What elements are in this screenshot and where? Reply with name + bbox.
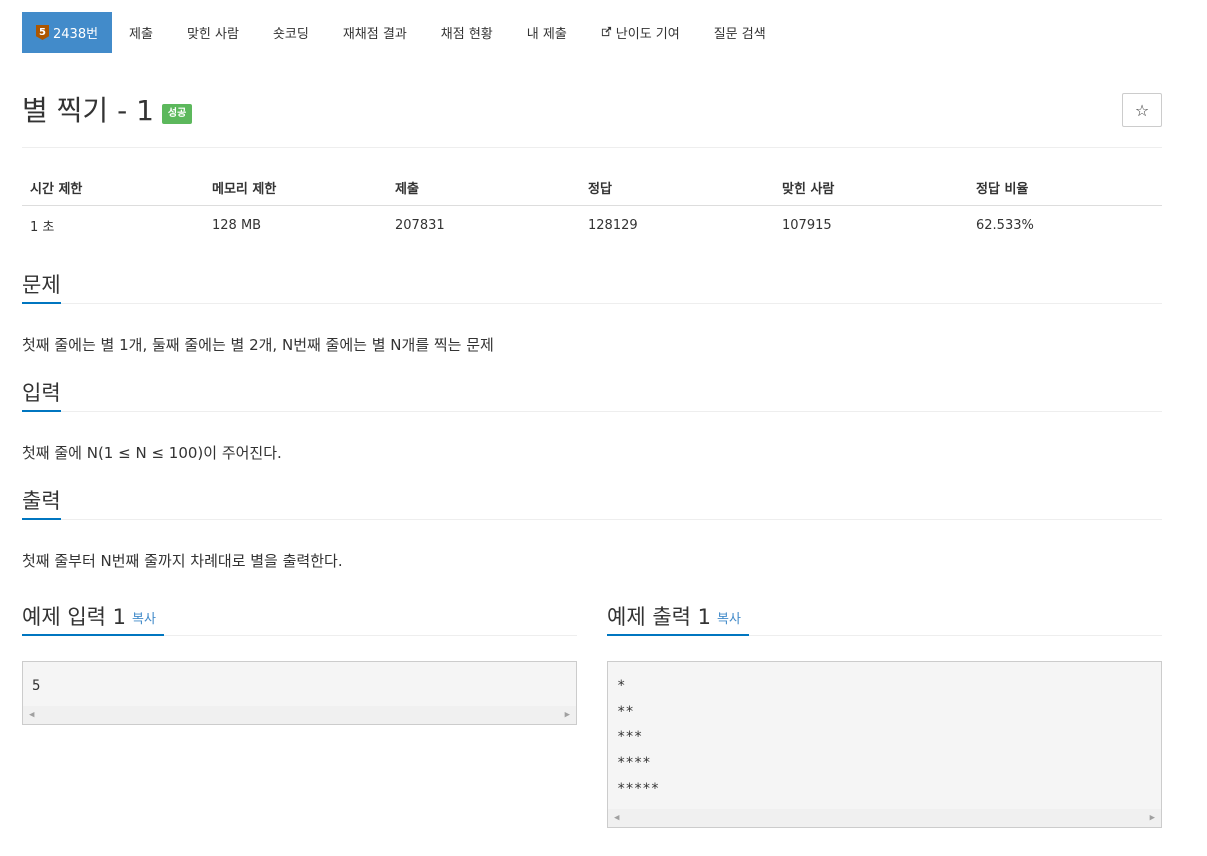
output-description: 첫째 줄부터 N번째 줄까지 차례대로 별을 출력한다. bbox=[22, 552, 343, 570]
scroll-right-icon[interactable]: ▶ bbox=[565, 710, 570, 720]
scroll-left-icon[interactable]: ◀ bbox=[614, 813, 619, 823]
problem-info-table: 시간 제한 메모리 제한 제출 정답 맞힌 사람 정답 비율 1 초 128 M… bbox=[22, 172, 1162, 245]
tab-short-coding-label: 숏코딩 bbox=[272, 27, 309, 42]
tab-problem[interactable]: 5 2438번 bbox=[22, 12, 113, 53]
table-row: 1 초 128 MB 207831 128129 107915 62.533% bbox=[22, 206, 1162, 246]
tab-difficulty-contribution[interactable]: 난이도 기여 bbox=[584, 12, 697, 53]
problem-description: 첫째 줄에는 별 1개, 둘째 줄에는 별 2개, N번째 줄에는 별 N개를 … bbox=[22, 336, 494, 354]
problem-nav: 5 2438번 제출 맞힌 사람 숏코딩 재채점 결과 채점 현황 내 제출 난… bbox=[22, 12, 1162, 53]
horizontal-scrollbar[interactable]: ◀ ▶ bbox=[608, 808, 1161, 827]
scroll-left-icon[interactable]: ◀ bbox=[29, 710, 34, 720]
star-icon: ☆ bbox=[1134, 100, 1150, 120]
tab-solved-users-label: 맞힌 사람 bbox=[186, 27, 239, 42]
problem-page: 5 2438번 제출 맞힌 사람 숏코딩 재채점 결과 채점 현황 내 제출 난… bbox=[22, 12, 1162, 828]
header-time-limit: 시간 제한 bbox=[22, 172, 204, 206]
tab-judge-status-label: 채점 현황 bbox=[440, 27, 493, 42]
sample-input-head: 예제 입력 1 복사 bbox=[22, 600, 577, 636]
tier-badge-icon: 5 bbox=[36, 25, 49, 40]
tab-rejudge-results[interactable]: 재채점 결과 bbox=[326, 12, 424, 53]
tab-question-search-label: 질문 검색 bbox=[713, 27, 766, 42]
sample-output-head: 예제 출력 1 복사 bbox=[607, 600, 1162, 636]
examples: 예제 입력 1 복사 5 ◀ ▶ 예제 출력 1 복사 * ** *** **** … bbox=[22, 600, 1162, 828]
sample-output-content: * ** *** **** ***** bbox=[617, 678, 660, 797]
horizontal-scrollbar[interactable]: ◀ ▶ bbox=[23, 705, 576, 724]
time-limit-value: 1 초 bbox=[30, 220, 55, 235]
tab-rejudge-results-label: 재채점 결과 bbox=[342, 27, 407, 42]
page-title: 별 찍기 - 1 성공 bbox=[22, 93, 193, 129]
submissions-value: 207831 bbox=[395, 218, 445, 233]
tab-judge-status[interactable]: 채점 현황 bbox=[424, 12, 510, 53]
memory-limit-value: 128 MB bbox=[212, 218, 262, 233]
accept-ratio-value: 62.533% bbox=[976, 218, 1034, 233]
tab-question-search[interactable]: 질문 검색 bbox=[697, 12, 783, 53]
favorite-button[interactable]: ☆ bbox=[1122, 93, 1162, 127]
table-header-row: 시간 제한 메모리 제한 제출 정답 맞힌 사람 정답 비율 bbox=[22, 172, 1162, 206]
scroll-right-icon[interactable]: ▶ bbox=[1150, 813, 1155, 823]
input-section-head: 입력 bbox=[22, 376, 1162, 412]
accepted-value: 128129 bbox=[588, 218, 638, 233]
header-submissions: 제출 bbox=[387, 172, 580, 206]
tab-problem-label: 2438번 bbox=[53, 27, 99, 42]
sample-input-content: 5 bbox=[32, 678, 41, 694]
sample-output-title-text: 예제 출력 1 bbox=[607, 605, 711, 629]
output-section: 출력 첫째 줄부터 N번째 줄까지 차례대로 별을 출력한다. bbox=[22, 484, 1162, 572]
input-section: 입력 첫째 줄에 N(1 ≤ N ≤ 100)이 주어진다. bbox=[22, 376, 1162, 464]
sample-output-box: * ** *** **** ***** ◀ ▶ bbox=[607, 661, 1162, 828]
problem-section-title: 문제 bbox=[22, 268, 61, 304]
tab-submit-label: 제출 bbox=[129, 27, 153, 42]
tab-solved-users[interactable]: 맞힌 사람 bbox=[170, 12, 256, 53]
tab-my-submissions[interactable]: 내 제출 bbox=[510, 12, 584, 53]
sample-input-title: 예제 입력 1 복사 bbox=[22, 600, 164, 636]
sample-input-title-text: 예제 입력 1 bbox=[22, 605, 126, 629]
sample-input-box: 5 ◀ ▶ bbox=[22, 661, 577, 725]
solved-users-value: 107915 bbox=[782, 218, 832, 233]
sample-output: 예제 출력 1 복사 * ** *** **** ***** ◀ ▶ bbox=[607, 600, 1162, 828]
header-accepted: 정답 bbox=[580, 172, 774, 206]
title-row: 별 찍기 - 1 성공 ☆ bbox=[22, 93, 1162, 148]
header-memory-limit: 메모리 제한 bbox=[204, 172, 387, 206]
input-section-title: 입력 bbox=[22, 376, 61, 412]
copy-sample-input-link[interactable]: 복사 bbox=[132, 612, 156, 627]
tab-submit[interactable]: 제출 bbox=[112, 12, 170, 53]
problem-section-head: 문제 bbox=[22, 268, 1162, 304]
copy-sample-output-link[interactable]: 복사 bbox=[717, 612, 741, 627]
external-link-icon bbox=[601, 26, 612, 40]
sample-input: 예제 입력 1 복사 5 ◀ ▶ bbox=[22, 600, 577, 828]
tab-short-coding[interactable]: 숏코딩 bbox=[256, 12, 326, 53]
tab-my-submissions-label: 내 제출 bbox=[526, 27, 567, 42]
output-section-title: 출력 bbox=[22, 484, 61, 520]
problem-title: 별 찍기 - 1 bbox=[22, 94, 154, 127]
tab-difficulty-contribution-label: 난이도 기여 bbox=[615, 27, 680, 42]
header-accept-ratio: 정답 비율 bbox=[968, 172, 1162, 206]
problem-section: 문제 첫째 줄에는 별 1개, 둘째 줄에는 별 2개, N번째 줄에는 별 N… bbox=[22, 268, 1162, 356]
status-badge: 성공 bbox=[161, 104, 193, 124]
header-solved-users: 맞힌 사람 bbox=[774, 172, 968, 206]
sample-output-title: 예제 출력 1 복사 bbox=[607, 600, 749, 636]
input-description: 첫째 줄에 N(1 ≤ N ≤ 100)이 주어진다. bbox=[22, 444, 282, 462]
output-section-head: 출력 bbox=[22, 484, 1162, 520]
